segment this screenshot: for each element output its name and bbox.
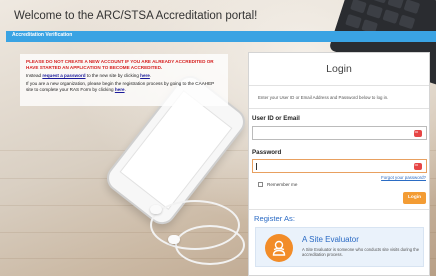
evaluator-icon — [265, 234, 293, 262]
request-password-link[interactable]: request a password — [42, 73, 85, 78]
earbud-image — [168, 235, 180, 244]
forgot-password-link[interactable]: Forgot your password? — [381, 175, 426, 180]
here-link-1[interactable]: here — [140, 73, 150, 78]
password-input[interactable] — [252, 159, 427, 173]
earbud-image — [150, 205, 162, 214]
site-evaluator-card[interactable]: A Site Evaluator A Site Evaluator is som… — [255, 227, 424, 267]
remember-me[interactable]: Remember me — [258, 182, 297, 187]
divider — [249, 209, 429, 210]
login-panel: Login Enter your User ID or Email Addres… — [248, 52, 430, 276]
nav-bar: Accreditation Verification — [6, 31, 436, 42]
tab-accreditation-verification[interactable]: Accreditation Verification — [12, 32, 72, 38]
user-id-input[interactable] — [252, 126, 427, 140]
divider — [249, 108, 429, 109]
password-manager-icon[interactable] — [414, 129, 422, 137]
login-button[interactable]: Login — [403, 192, 426, 204]
evaluator-description: A Site Evaluator is someone who conducts… — [302, 247, 420, 258]
password-manager-icon[interactable] — [414, 162, 422, 170]
remember-me-label: Remember me — [267, 182, 298, 187]
text-cursor — [256, 163, 257, 170]
notice-line-1: Instead request a password to the new si… — [26, 73, 152, 78]
password-label: Password — [252, 149, 282, 156]
page-title: Welcome to the ARC/STSA Accreditation po… — [14, 10, 258, 22]
here-link-2[interactable]: here — [115, 87, 125, 92]
notice-line-2: If you are a new organization, please be… — [26, 81, 215, 92]
remember-me-checkbox[interactable] — [258, 182, 263, 187]
login-instructions: Enter your User ID or Email Address and … — [258, 95, 389, 100]
user-label: User ID or Email — [252, 115, 300, 122]
divider — [249, 85, 429, 86]
evaluator-title: A Site Evaluator — [302, 235, 359, 244]
warning-text: PLEASE DO NOT CREATE A NEW ACCOUNT IF YO… — [26, 59, 214, 70]
login-title: Login — [326, 63, 352, 75]
notice-card: PLEASE DO NOT CREATE A NEW ACCOUNT IF YO… — [20, 54, 228, 106]
register-heading: Register As: — [254, 214, 295, 223]
